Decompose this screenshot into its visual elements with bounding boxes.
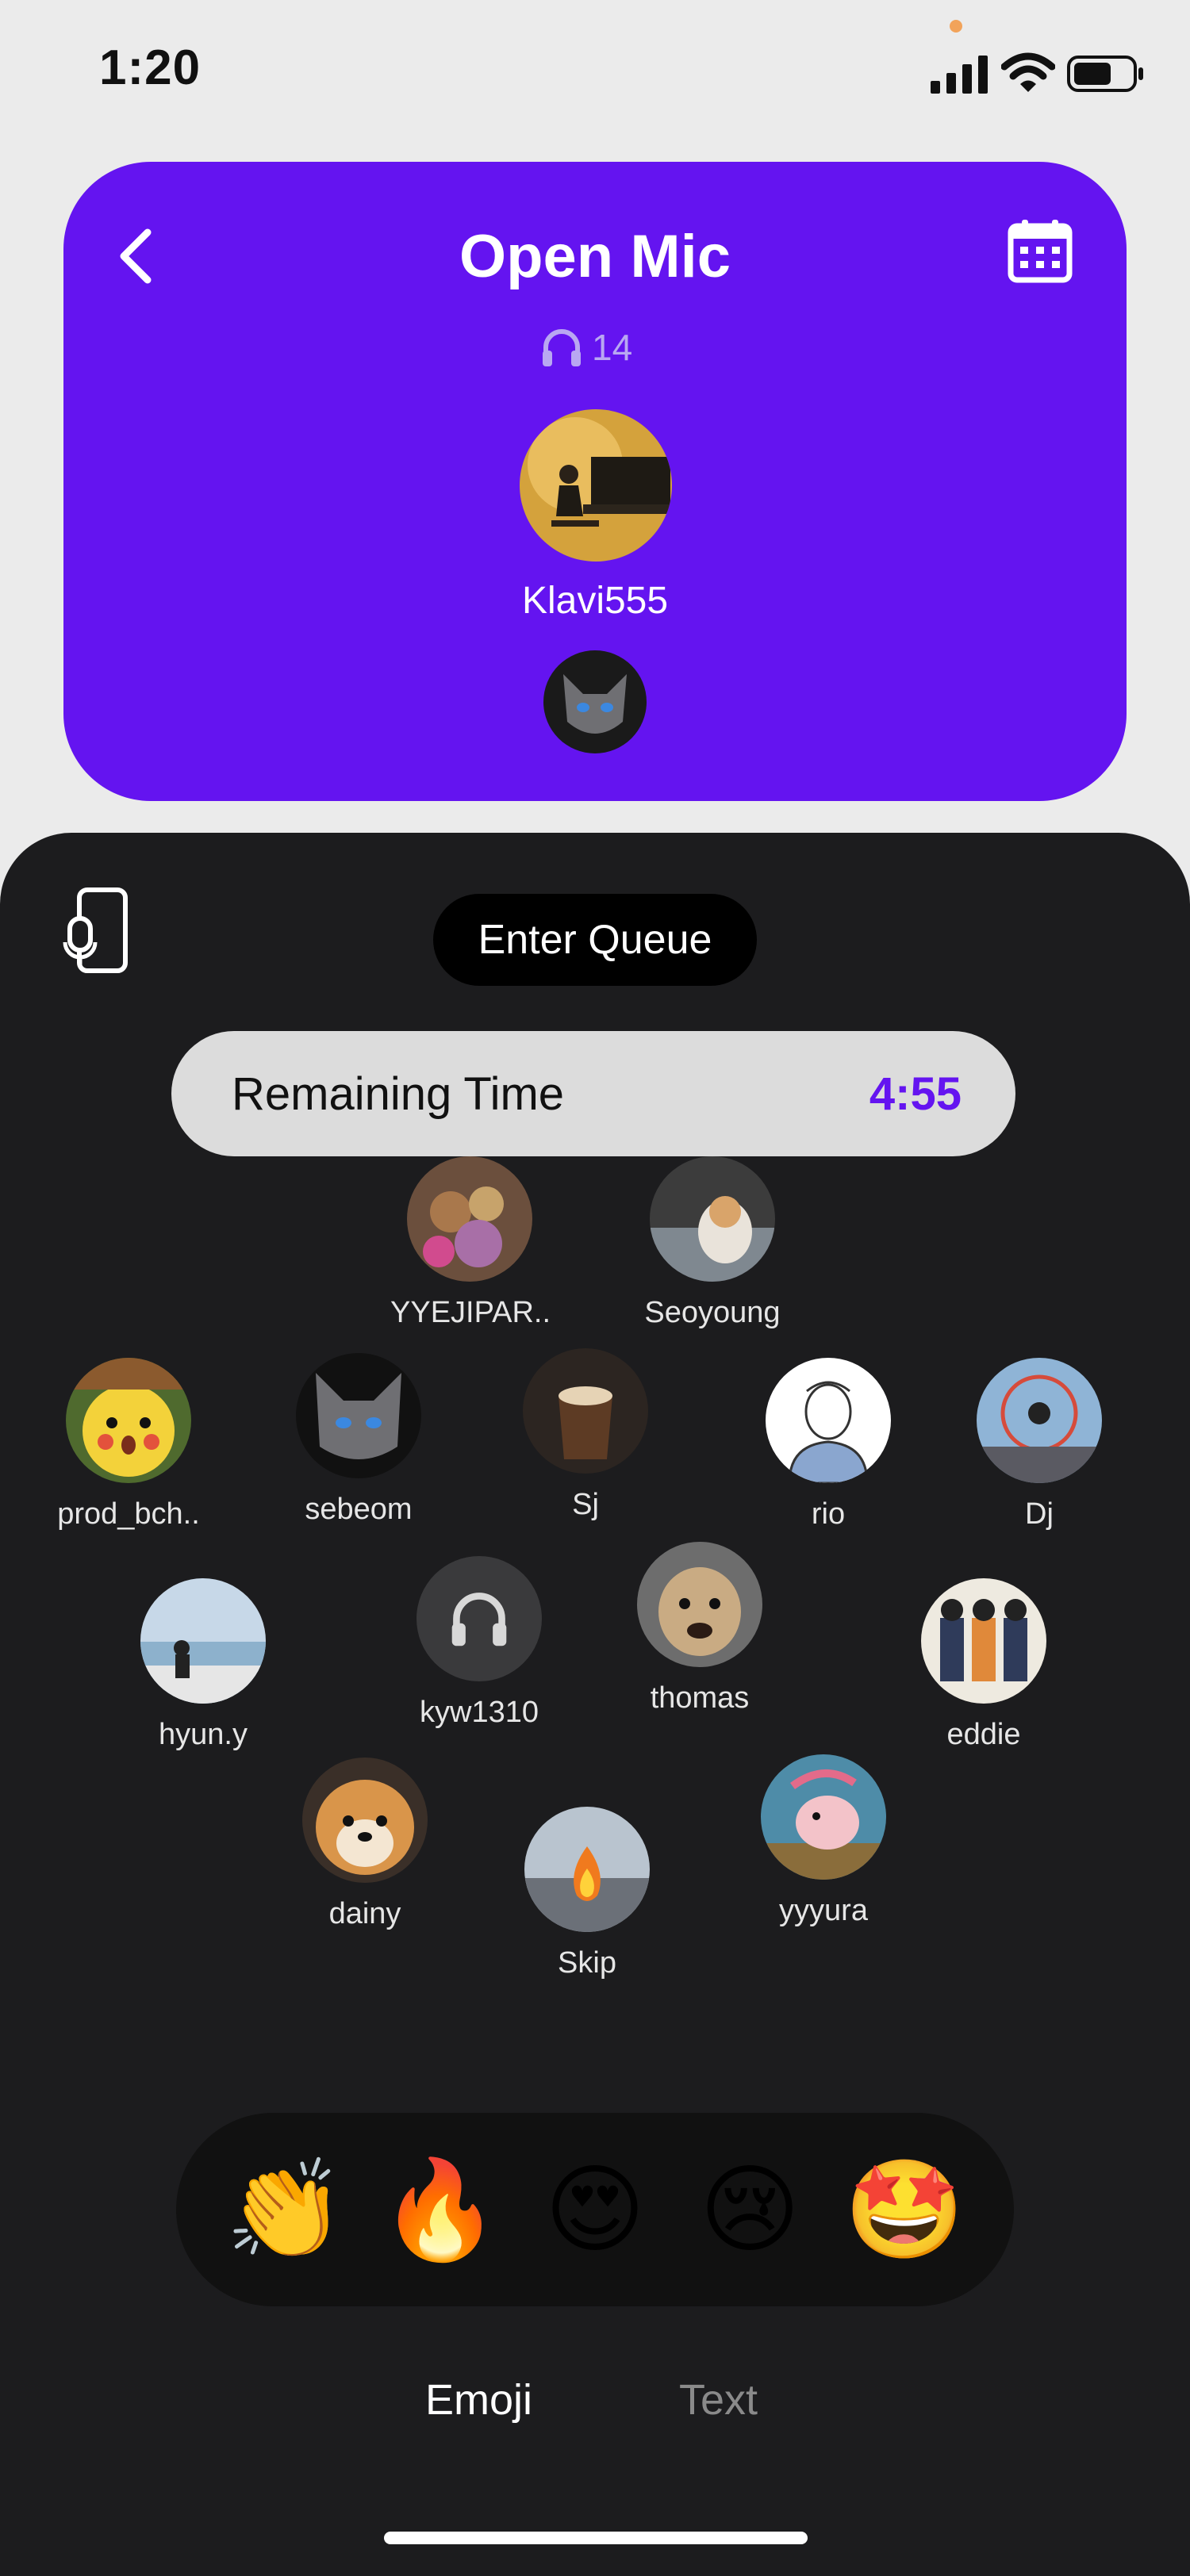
enter-queue-button[interactable]: Enter Queue — [433, 894, 757, 986]
listener-item[interactable]: eddie — [904, 1578, 1063, 1752]
listener-avatar — [977, 1358, 1102, 1483]
listener-name: Seoyoung — [644, 1296, 781, 1329]
remaining-time-value: 4:55 — [869, 1068, 962, 1120]
listener-item[interactable]: Skip — [508, 1807, 666, 1980]
crying-emoji-button[interactable]: 😢 — [682, 2161, 817, 2258]
privacy-indicator-dot — [950, 20, 962, 33]
headphones-icon — [451, 1593, 507, 1646]
listener-avatar — [302, 1758, 428, 1883]
listener-name: dainy — [328, 1897, 401, 1930]
tab-emoji[interactable]: Emoji — [425, 2375, 532, 2425]
battery-icon — [1067, 56, 1143, 92]
listener-name: Skip — [558, 1946, 616, 1980]
listener-avatar — [761, 1754, 886, 1880]
listener-count-row: 14 — [539, 324, 632, 371]
listener-avatar — [650, 1156, 775, 1282]
listener-name: eddie — [946, 1718, 1021, 1751]
listener-name: YYEJIPAR.. — [390, 1296, 551, 1329]
emoji-reaction-bar: 👏 🔥 😍 😢 🤩 — [176, 2113, 1014, 2306]
listener-name: yyyura — [779, 1894, 868, 1927]
listener-name: rio — [811, 1497, 846, 1531]
listener-item[interactable]: YYEJIPAR.. — [390, 1156, 551, 1330]
listener-avatar — [921, 1578, 1046, 1704]
listener-item[interactable]: kyw1310 — [400, 1556, 559, 1730]
star-struck-emoji-button[interactable]: 🤩 — [837, 2161, 972, 2258]
listener-avatar — [766, 1358, 891, 1483]
listener-avatar — [637, 1542, 762, 1667]
listener-avatar — [416, 1556, 542, 1681]
listener-avatar — [66, 1358, 191, 1483]
listener-avatar — [524, 1807, 650, 1932]
heart-eyes-emoji-button[interactable]: 😍 — [528, 2161, 662, 2258]
listener-item[interactable]: yyyura — [744, 1754, 903, 1928]
listener-name: thomas — [650, 1681, 750, 1715]
status-time: 1:20 — [99, 40, 202, 95]
cellular-signal-icon — [931, 56, 988, 94]
remaining-time-label: Remaining Time — [232, 1068, 565, 1120]
phone-mic-icon[interactable] — [62, 887, 130, 974]
listener-name: sebeom — [305, 1493, 413, 1526]
listener-avatar — [407, 1156, 532, 1282]
listener-item[interactable]: Dj — [960, 1358, 1119, 1531]
listener-name: Dj — [1025, 1497, 1054, 1531]
listener-avatar — [296, 1353, 421, 1478]
listener-item[interactable]: Seoyoung — [633, 1156, 792, 1330]
listener-item[interactable]: hyun.y — [124, 1578, 282, 1752]
listener-avatar — [523, 1348, 648, 1474]
listener-count: 14 — [592, 327, 633, 368]
listener-avatar — [140, 1578, 266, 1704]
remaining-time-pill: Remaining Time 4:55 — [171, 1031, 1015, 1156]
clap-emoji-button[interactable]: 👏 — [218, 2161, 353, 2258]
home-indicator[interactable] — [384, 2532, 808, 2544]
calendar-icon[interactable] — [1008, 218, 1073, 283]
host-name: Klavi555 — [521, 580, 669, 622]
speaker-avatar[interactable] — [543, 650, 647, 753]
listener-item[interactable]: thomas — [620, 1542, 779, 1715]
fire-emoji-button[interactable]: 🔥 — [373, 2161, 508, 2258]
listener-item[interactable]: sebeom — [279, 1353, 438, 1527]
listener-name: prod_bch.. — [57, 1497, 200, 1531]
wifi-icon — [1001, 52, 1055, 92]
headphones-icon — [543, 329, 581, 366]
listener-item[interactable]: Sj — [506, 1348, 665, 1522]
listener-item[interactable]: rio — [749, 1358, 908, 1531]
listener-item[interactable]: dainy — [286, 1758, 444, 1931]
host-avatar[interactable] — [520, 409, 672, 562]
tab-text[interactable]: Text — [679, 2375, 758, 2425]
listener-name: kyw1310 — [420, 1696, 539, 1729]
listener-name: hyun.y — [159, 1718, 248, 1751]
listener-name: Sj — [572, 1488, 599, 1521]
listener-item[interactable]: prod_bch.. — [49, 1358, 208, 1531]
